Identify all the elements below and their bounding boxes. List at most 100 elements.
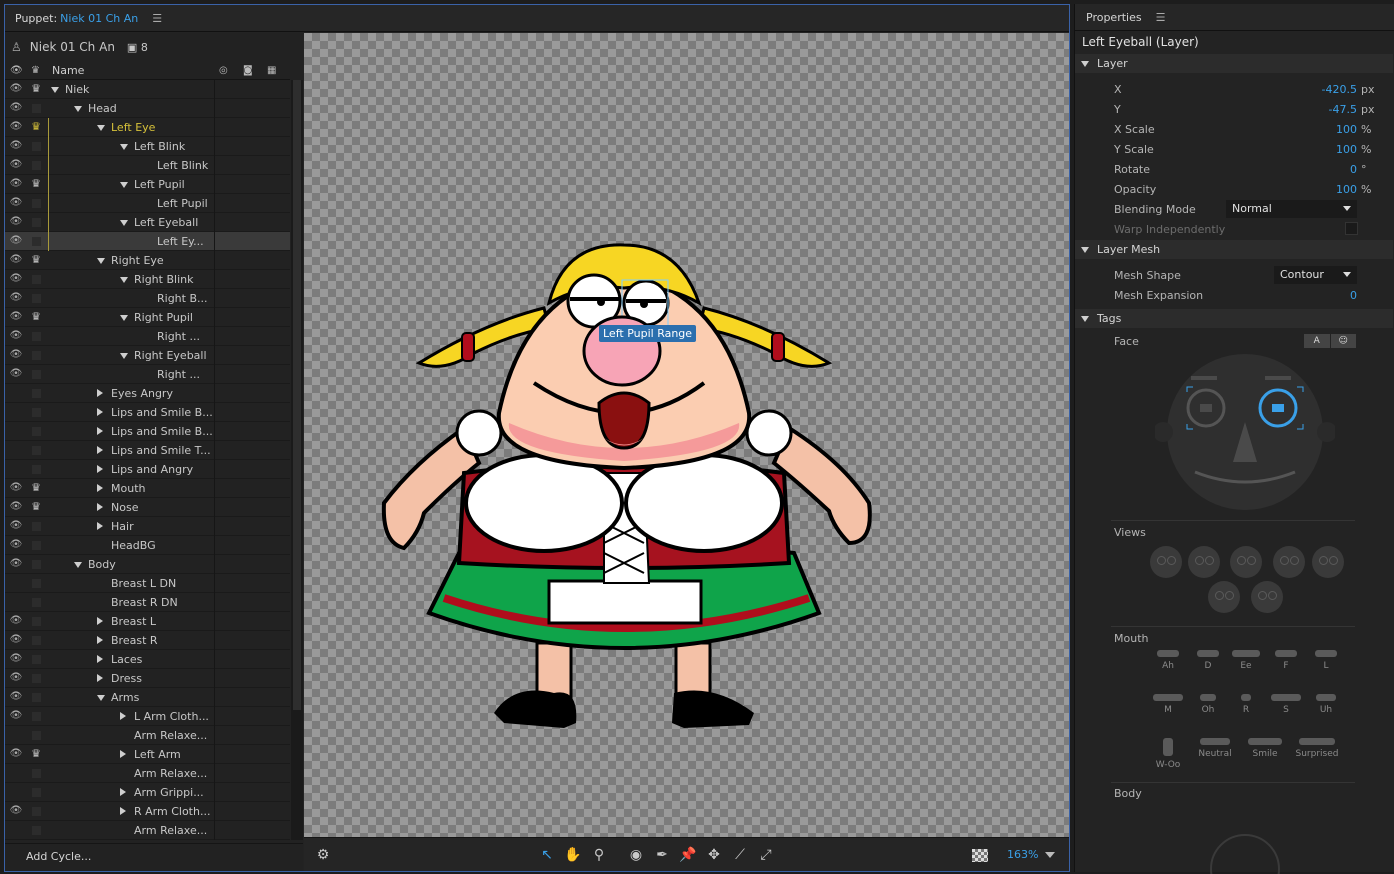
expanded-triangle-icon[interactable]	[74, 562, 82, 568]
visibility-eye-icon[interactable]: 👁	[9, 349, 23, 360]
prop-y-scale-value[interactable]: 100	[1336, 143, 1357, 156]
origin-toggle-box[interactable]	[32, 636, 41, 645]
layer-row[interactable]: Arm Relaxe...	[5, 764, 290, 783]
visibility-eye-icon[interactable]: 👁	[9, 558, 23, 569]
layer-section-header[interactable]: Layer	[1075, 54, 1393, 73]
viseme-thumb[interactable]: W-Oo	[1145, 738, 1191, 770]
visibility-eye-icon[interactable]: 👁	[9, 178, 23, 189]
origin-crown-icon[interactable]: ♛	[29, 500, 43, 513]
pen-tool-icon[interactable]: ✒	[653, 846, 671, 864]
layer-row[interactable]: Eyes Angry	[5, 384, 290, 403]
view-thumb-quarter-left[interactable]	[1230, 546, 1262, 578]
origin-toggle-box[interactable]	[32, 389, 41, 398]
layer-row[interactable]: 👁 ♛ Nose	[5, 498, 290, 517]
blending-mode-dropdown[interactable]: Normal	[1226, 200, 1357, 218]
puppet-settings-icon[interactable]: ⚙	[314, 846, 332, 864]
grid-column-icon[interactable]: ▦	[267, 65, 276, 76]
panel-menu-icon[interactable]: ☰	[152, 12, 162, 25]
prop-rotate-value[interactable]: 0	[1350, 163, 1357, 176]
origin-crown-icon[interactable]: ♛	[29, 747, 43, 760]
layer-row[interactable]: Breast R DN	[5, 593, 290, 612]
viseme-thumb[interactable]: Surprised	[1294, 738, 1340, 759]
visibility-eye-icon[interactable]: 👁	[9, 748, 23, 759]
collapsed-triangle-icon[interactable]	[120, 807, 126, 815]
view-thumb-left[interactable]	[1188, 546, 1220, 578]
viseme-thumb[interactable]: L	[1303, 650, 1349, 671]
expanded-triangle-icon[interactable]	[74, 106, 82, 112]
visibility-eye-icon[interactable]: 👁	[9, 254, 23, 265]
layer-row[interactable]: 👁 L Arm Cloth...	[5, 707, 290, 726]
expanded-triangle-icon[interactable]	[97, 258, 105, 264]
layer-row[interactable]: 👁 Dress	[5, 669, 290, 688]
collapsed-triangle-icon[interactable]	[120, 788, 126, 796]
origin-toggle-box[interactable]	[32, 788, 41, 797]
visibility-eye-icon[interactable]: 👁	[9, 482, 23, 493]
origin-toggle-box[interactable]	[32, 541, 41, 550]
collapsed-triangle-icon[interactable]	[97, 655, 103, 663]
add-cycle-button[interactable]: Add Cycle...	[26, 850, 91, 863]
origin-crown-icon[interactable]: ♛	[29, 253, 43, 266]
origin-toggle-box[interactable]	[32, 199, 41, 208]
visibility-eye-icon[interactable]: 👁	[9, 102, 23, 113]
origin-crown-icon[interactable]: ♛	[29, 481, 43, 494]
layer-row[interactable]: 👁 Head	[5, 99, 290, 118]
layer-row[interactable]: 👁 Right Blink	[5, 270, 290, 289]
visibility-eye-icon[interactable]: 👁	[9, 691, 23, 702]
left-pupil-range-label[interactable]: Left Pupil Range	[599, 325, 697, 342]
visibility-eye-icon[interactable]: 👁	[9, 634, 23, 645]
zoom-level[interactable]: 163%	[1007, 848, 1038, 861]
transparency-grid-icon[interactable]	[972, 849, 988, 862]
visibility-eye-icon[interactable]: 👁	[9, 273, 23, 284]
visibility-eye-icon[interactable]: 👁	[9, 216, 23, 227]
visibility-eye-icon[interactable]: 👁	[9, 710, 23, 721]
origin-toggle-box[interactable]	[32, 294, 41, 303]
origin-column-icon[interactable]: ♛	[31, 65, 40, 76]
origin-toggle-box[interactable]	[32, 579, 41, 588]
collapsed-triangle-icon[interactable]	[120, 712, 126, 720]
origin-toggle-box[interactable]	[32, 465, 41, 474]
expanded-triangle-icon[interactable]	[120, 315, 128, 321]
properties-menu-icon[interactable]: ☰	[1156, 11, 1166, 24]
warp-independently-checkbox[interactable]	[1345, 222, 1358, 235]
tree-scrollbar-thumb[interactable]	[293, 80, 301, 710]
origin-toggle-box[interactable]	[32, 104, 41, 113]
prop-y-value[interactable]: -47.5	[1329, 103, 1357, 116]
origin-toggle-box[interactable]	[32, 408, 41, 417]
layer-row[interactable]: 👁 R Arm Cloth...	[5, 802, 290, 821]
visibility-eye-icon[interactable]: 👁	[9, 672, 23, 683]
origin-toggle-box[interactable]	[32, 731, 41, 740]
target-column-icon[interactable]: ◎	[219, 65, 228, 76]
origin-toggle-box[interactable]	[32, 826, 41, 835]
collapsed-triangle-icon[interactable]	[97, 427, 103, 435]
collapsed-triangle-icon[interactable]	[97, 522, 103, 530]
origin-toggle-box[interactable]	[32, 769, 41, 778]
layer-row[interactable]: 👁 Right ...	[5, 365, 290, 384]
layer-row[interactable]: 👁 ♛ Right Eye	[5, 251, 290, 270]
visibility-eye-icon[interactable]: 👁	[9, 520, 23, 531]
collapsed-triangle-icon[interactable]	[97, 465, 103, 473]
layer-row[interactable]: Arm Relaxe...	[5, 821, 290, 840]
origin-toggle-box[interactable]	[32, 693, 41, 702]
origin-crown-icon[interactable]: ♛	[29, 120, 43, 133]
selection-tool-icon[interactable]: ↖	[538, 846, 556, 864]
layer-row[interactable]: 👁 Right B...	[5, 289, 290, 308]
layer-row[interactable]: Breast L DN	[5, 574, 290, 593]
name-column-header[interactable]: Name	[52, 64, 84, 77]
layer-row[interactable]: 👁 Left Eyeball	[5, 213, 290, 232]
visibility-eye-icon[interactable]: 👁	[9, 330, 23, 341]
layer-row[interactable]: 👁 ♛ Left Pupil	[5, 175, 290, 194]
layer-row[interactable]: 👁 Breast L	[5, 612, 290, 631]
origin-crown-icon[interactable]: ♛	[29, 310, 43, 323]
face-tag-visual-button[interactable]: ☺	[1330, 334, 1356, 348]
layer-row[interactable]: 👁 Arms	[5, 688, 290, 707]
origin-toggle-box[interactable]	[32, 351, 41, 360]
origin-toggle-box[interactable]	[32, 370, 41, 379]
visibility-eye-icon[interactable]: 👁	[9, 653, 23, 664]
origin-toggle-box[interactable]	[32, 427, 41, 436]
origin-toggle-box[interactable]	[32, 560, 41, 569]
visibility-eye-icon[interactable]: 👁	[9, 159, 23, 170]
collapsed-triangle-icon[interactable]	[97, 674, 103, 682]
puppet-canvas[interactable]: Left Pupil Range	[304, 33, 1069, 837]
origin-toggle-box[interactable]	[32, 446, 41, 455]
layer-row[interactable]: 👁 Left Ey...	[5, 232, 290, 251]
